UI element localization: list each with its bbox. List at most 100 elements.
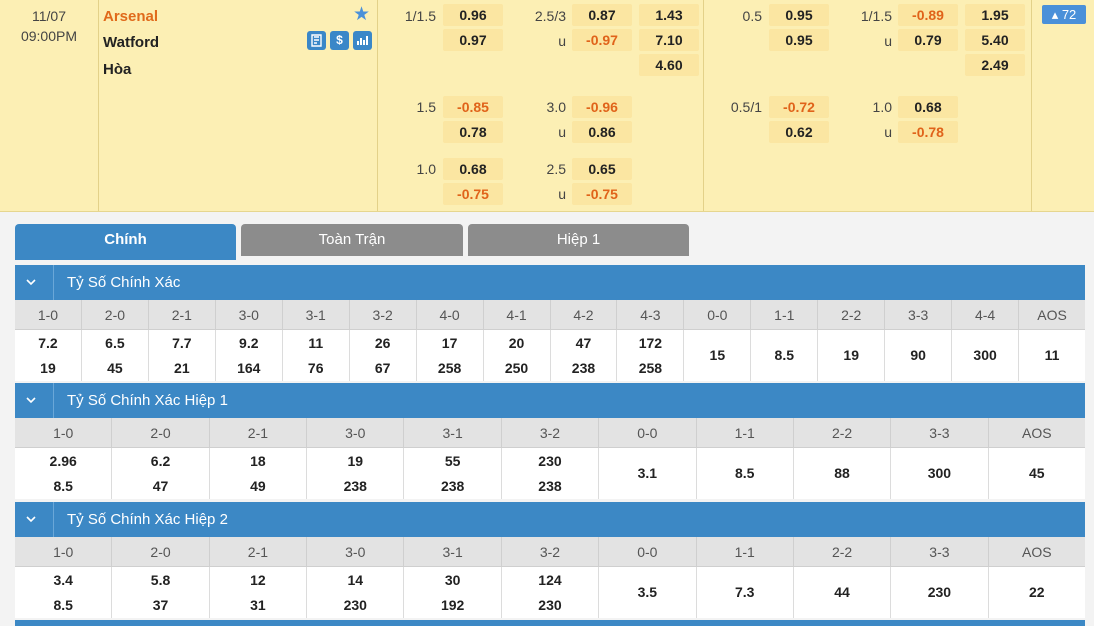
- over-odds[interactable]: 0.87: [572, 4, 632, 26]
- h1-under-label: u: [884, 124, 892, 140]
- money-icon[interactable]: $: [330, 31, 349, 50]
- score-label: 3-1: [404, 537, 502, 566]
- odds-value: 300: [927, 465, 952, 481]
- odds-cell[interactable]: 22: [989, 567, 1085, 618]
- chevron-down-icon[interactable]: [25, 277, 37, 287]
- odds-cell[interactable]: 7.2 19: [15, 330, 82, 381]
- odds-cell[interactable]: 20 250: [484, 330, 551, 381]
- score-label: 3-2: [350, 300, 417, 329]
- tab-full-match[interactable]: Toàn Trận: [241, 224, 463, 256]
- odds-value: 17: [441, 334, 458, 351]
- odds-value: 19: [843, 347, 859, 363]
- score-header-row: 1-0 2-0 2-1 3-0 3-1 3-2 0-0 1-1 2-2 3-3 AOS: [15, 418, 1085, 448]
- odds-cell[interactable]: 26 67: [350, 330, 417, 381]
- odds-cell[interactable]: 19: [818, 330, 886, 381]
- odds-cell[interactable]: 8.5: [697, 448, 794, 499]
- tab-main[interactable]: Chính: [15, 224, 236, 260]
- odds-cell[interactable]: 6.2 47: [112, 448, 210, 499]
- odds-cell[interactable]: 3.4 8.5: [15, 567, 113, 618]
- over-under-line: 2.5: [546, 161, 566, 177]
- odds-cell[interactable]: 88: [794, 448, 892, 499]
- section-header[interactable]: Tỷ Số Chính Xác: [15, 265, 1085, 300]
- handicap-home-odds[interactable]: 0.96: [443, 4, 503, 26]
- score-label: 4-0: [417, 300, 484, 329]
- odds-value: 47: [575, 334, 592, 351]
- handicap-away-odds[interactable]: 0.97: [443, 29, 503, 51]
- odds-value: 22: [1028, 584, 1045, 600]
- odds-cell[interactable]: 15: [684, 330, 752, 381]
- odds-cell[interactable]: 11 76: [283, 330, 350, 381]
- odds-cell[interactable]: 230: [891, 567, 989, 618]
- odds-cell[interactable]: 7.3: [697, 567, 794, 618]
- star-icon[interactable]: ★: [353, 5, 370, 25]
- odds-cell[interactable]: 172 258: [617, 330, 685, 381]
- match-row: 11/07 09:00PM Arsenal Watford Hòa ★ $ 1/…: [0, 0, 1094, 212]
- handicap-away-odds[interactable]: 0.78: [443, 121, 503, 143]
- chevron-down-icon[interactable]: [25, 514, 37, 524]
- h1-under-odds[interactable]: -0.78: [898, 121, 958, 143]
- h1-1x2-draw-odds[interactable]: 2.49: [965, 54, 1025, 76]
- h1-1x2-home-odds[interactable]: 1.95: [965, 4, 1025, 26]
- odds-cell[interactable]: 230 238: [502, 448, 600, 499]
- handicap-away-odds[interactable]: -0.75: [443, 183, 503, 205]
- over-odds[interactable]: 0.65: [572, 158, 632, 180]
- h1-1x2-away-odds[interactable]: 5.40: [965, 29, 1025, 51]
- away-team[interactable]: Watford: [103, 33, 159, 53]
- odds-cell[interactable]: 30 192: [404, 567, 502, 618]
- odds-cell[interactable]: 8.5: [751, 330, 819, 381]
- odds-cell[interactable]: 14 230: [307, 567, 405, 618]
- odds-cell[interactable]: 6.5 45: [82, 330, 149, 381]
- under-odds[interactable]: -0.75: [572, 183, 632, 205]
- 1x2-draw-odds[interactable]: 4.60: [639, 54, 699, 76]
- h1-handicap-home-odds[interactable]: 0.95: [769, 4, 829, 26]
- odds-cell[interactable]: 3.5: [599, 567, 697, 618]
- odds-cell[interactable]: 124 230: [502, 567, 600, 618]
- odds-cell[interactable]: 7.7 21: [149, 330, 216, 381]
- score-header-row: 1-0 2-0 2-1 3-0 3-1 3-2 4-0 4-1 4-2 4-3 0-0 1-1 2-2 3…: [15, 300, 1085, 330]
- section-header[interactable]: Tỷ Số Chính Xác Hiệp 2: [15, 502, 1085, 537]
- stats-book-icon[interactable]: [307, 31, 326, 50]
- odds-cell[interactable]: 45: [989, 448, 1085, 499]
- 1x2-away-odds[interactable]: 7.10: [639, 29, 699, 51]
- h1-handicap-away-odds[interactable]: 0.62: [769, 121, 829, 143]
- odds-cell[interactable]: 9.2 164: [216, 330, 283, 381]
- odds-cell[interactable]: 55 238: [404, 448, 502, 499]
- odds-cell[interactable]: 2.96 8.5: [15, 448, 113, 499]
- odds-cell[interactable]: 17 258: [417, 330, 484, 381]
- score-header-row: 1-0 2-0 2-1 3-0 3-1 3-2 0-0 1-1 2-2 3-3 AOS: [15, 537, 1085, 567]
- 1x2-home-odds[interactable]: 1.43: [639, 4, 699, 26]
- section-header[interactable]: Tỷ Số Chính Xác Hiệp 1: [15, 383, 1085, 418]
- odds-cell[interactable]: 47 238: [551, 330, 618, 381]
- divider: [1031, 0, 1032, 211]
- odds-cell[interactable]: 5.8 37: [112, 567, 210, 618]
- odds-cell[interactable]: 12 31: [210, 567, 308, 618]
- under-odds[interactable]: -0.97: [572, 29, 632, 51]
- odds-cell[interactable]: 300: [952, 330, 1020, 381]
- h1-handicap-home-odds[interactable]: -0.72: [769, 96, 829, 118]
- score-label: 4-4: [952, 300, 1020, 329]
- odds-cell[interactable]: 300: [891, 448, 989, 499]
- odds-cell[interactable]: 44: [794, 567, 892, 618]
- h1-over-odds[interactable]: -0.89: [898, 4, 958, 26]
- handicap-line: 1/1.5: [404, 8, 436, 24]
- handicap-home-odds[interactable]: 0.68: [443, 158, 503, 180]
- odds-cell[interactable]: 90: [885, 330, 953, 381]
- under-odds[interactable]: 0.86: [572, 121, 632, 143]
- home-team[interactable]: Arsenal: [103, 7, 158, 27]
- more-markets-badge[interactable]: ▴ 72: [1042, 5, 1086, 24]
- odds-cell[interactable]: 19 238: [307, 448, 405, 499]
- bar-chart-icon[interactable]: [353, 31, 372, 50]
- score-label: 2-1: [210, 418, 308, 447]
- chevron-down-icon[interactable]: [25, 395, 37, 405]
- tab-first-half[interactable]: Hiệp 1: [468, 224, 689, 256]
- odds-value-alt: 19: [40, 359, 56, 376]
- over-odds[interactable]: -0.96: [572, 96, 632, 118]
- handicap-home-odds[interactable]: -0.85: [443, 96, 503, 118]
- odds-cell[interactable]: 11: [1019, 330, 1085, 381]
- odds-value: 12: [250, 571, 266, 588]
- h1-handicap-away-odds[interactable]: 0.95: [769, 29, 829, 51]
- h1-over-odds[interactable]: 0.68: [898, 96, 958, 118]
- odds-cell[interactable]: 18 49: [210, 448, 308, 499]
- h1-under-odds[interactable]: 0.79: [898, 29, 958, 51]
- odds-cell[interactable]: 3.1: [599, 448, 697, 499]
